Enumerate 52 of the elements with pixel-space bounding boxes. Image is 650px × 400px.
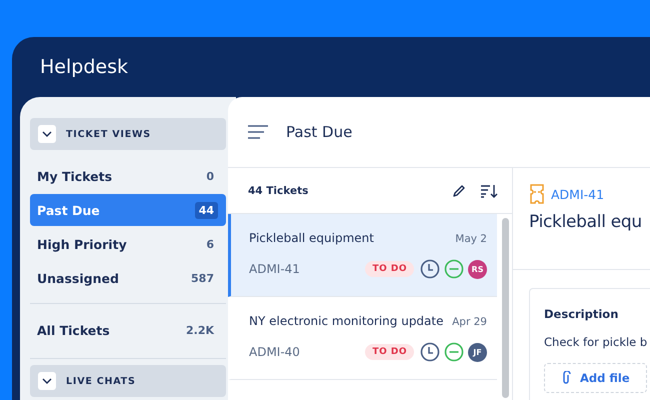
ticket-count: 44 Tickets — [248, 184, 310, 196]
sidebar-item[interactable]: Unassigned 587 — [30, 262, 226, 294]
section-header[interactable]: TICKET VIEWS — [30, 118, 226, 150]
minus-circle-icon — [444, 342, 464, 362]
item-count: 2.2K — [184, 322, 216, 338]
ticket-date: May 2 — [455, 233, 487, 245]
sidebar-item[interactable]: Past Due 44 — [30, 194, 226, 226]
ticket-row[interactable]: Pickleball equipment May 2 ADMI-41 TO DO RS — [228, 214, 497, 297]
item-label: All Tickets — [37, 322, 110, 338]
chevron-down-icon — [38, 372, 56, 390]
sidebar-item[interactable]: My Tickets 0 — [30, 160, 226, 192]
item-count: 6 — [205, 236, 215, 252]
sort-icon[interactable] — [480, 184, 498, 198]
description-text: Check for pickle b — [544, 335, 648, 349]
minus-circle-icon — [444, 259, 464, 279]
item-count: 587 — [190, 270, 215, 286]
ticket-title: NY electronic monitoring update — [249, 314, 444, 328]
item-label: My Tickets — [37, 168, 112, 184]
ticket-icon — [529, 184, 545, 204]
item-label: High Priority — [37, 236, 127, 252]
sidebar-item[interactable]: All Tickets 2.2K — [30, 314, 226, 346]
paperclip-icon — [561, 371, 571, 385]
ticket-heading: Pickleball equ — [529, 212, 643, 232]
ticket-id: ADMI-41 — [249, 262, 301, 276]
pencil-icon[interactable] — [452, 184, 466, 198]
avatar: JF — [468, 342, 487, 362]
item-label: Past Due — [37, 202, 100, 218]
item-count: 0 — [205, 168, 215, 184]
ticket-id: ADMI-40 — [249, 345, 301, 359]
window-title: Helpdesk — [39, 55, 129, 80]
ticket-id-link[interactable]: ADMI-41 — [551, 186, 604, 202]
add-file-button[interactable]: Add file — [544, 363, 647, 393]
ticket-title: Pickleball equipment — [249, 231, 374, 245]
sidebar-item[interactable]: High Priority 6 — [30, 228, 226, 260]
description-label: Description — [544, 307, 620, 321]
section-title: LIVE CHATS — [66, 376, 136, 386]
ticket-date: Apr 29 — [452, 316, 487, 328]
status-tag: TO DO — [365, 344, 414, 360]
menu-icon[interactable] — [248, 125, 268, 139]
section-header[interactable]: LIVE CHATS — [30, 365, 226, 397]
view-title: Past Due — [286, 123, 352, 141]
clock-icon — [420, 342, 440, 362]
clock-icon — [420, 259, 440, 279]
avatar: RS — [468, 260, 487, 278]
chevron-down-icon — [38, 125, 56, 143]
item-label: Unassigned — [37, 270, 119, 286]
item-count: 44 — [194, 202, 218, 218]
scrollbar[interactable] — [502, 218, 509, 398]
section-title: TICKET VIEWS — [66, 128, 151, 140]
add-file-label: Add file — [580, 371, 630, 385]
ticket-row[interactable]: NY electronic monitoring update Apr 29 ADMI-40 TO DO JF — [228, 297, 497, 380]
status-tag: TO DO — [365, 261, 414, 277]
